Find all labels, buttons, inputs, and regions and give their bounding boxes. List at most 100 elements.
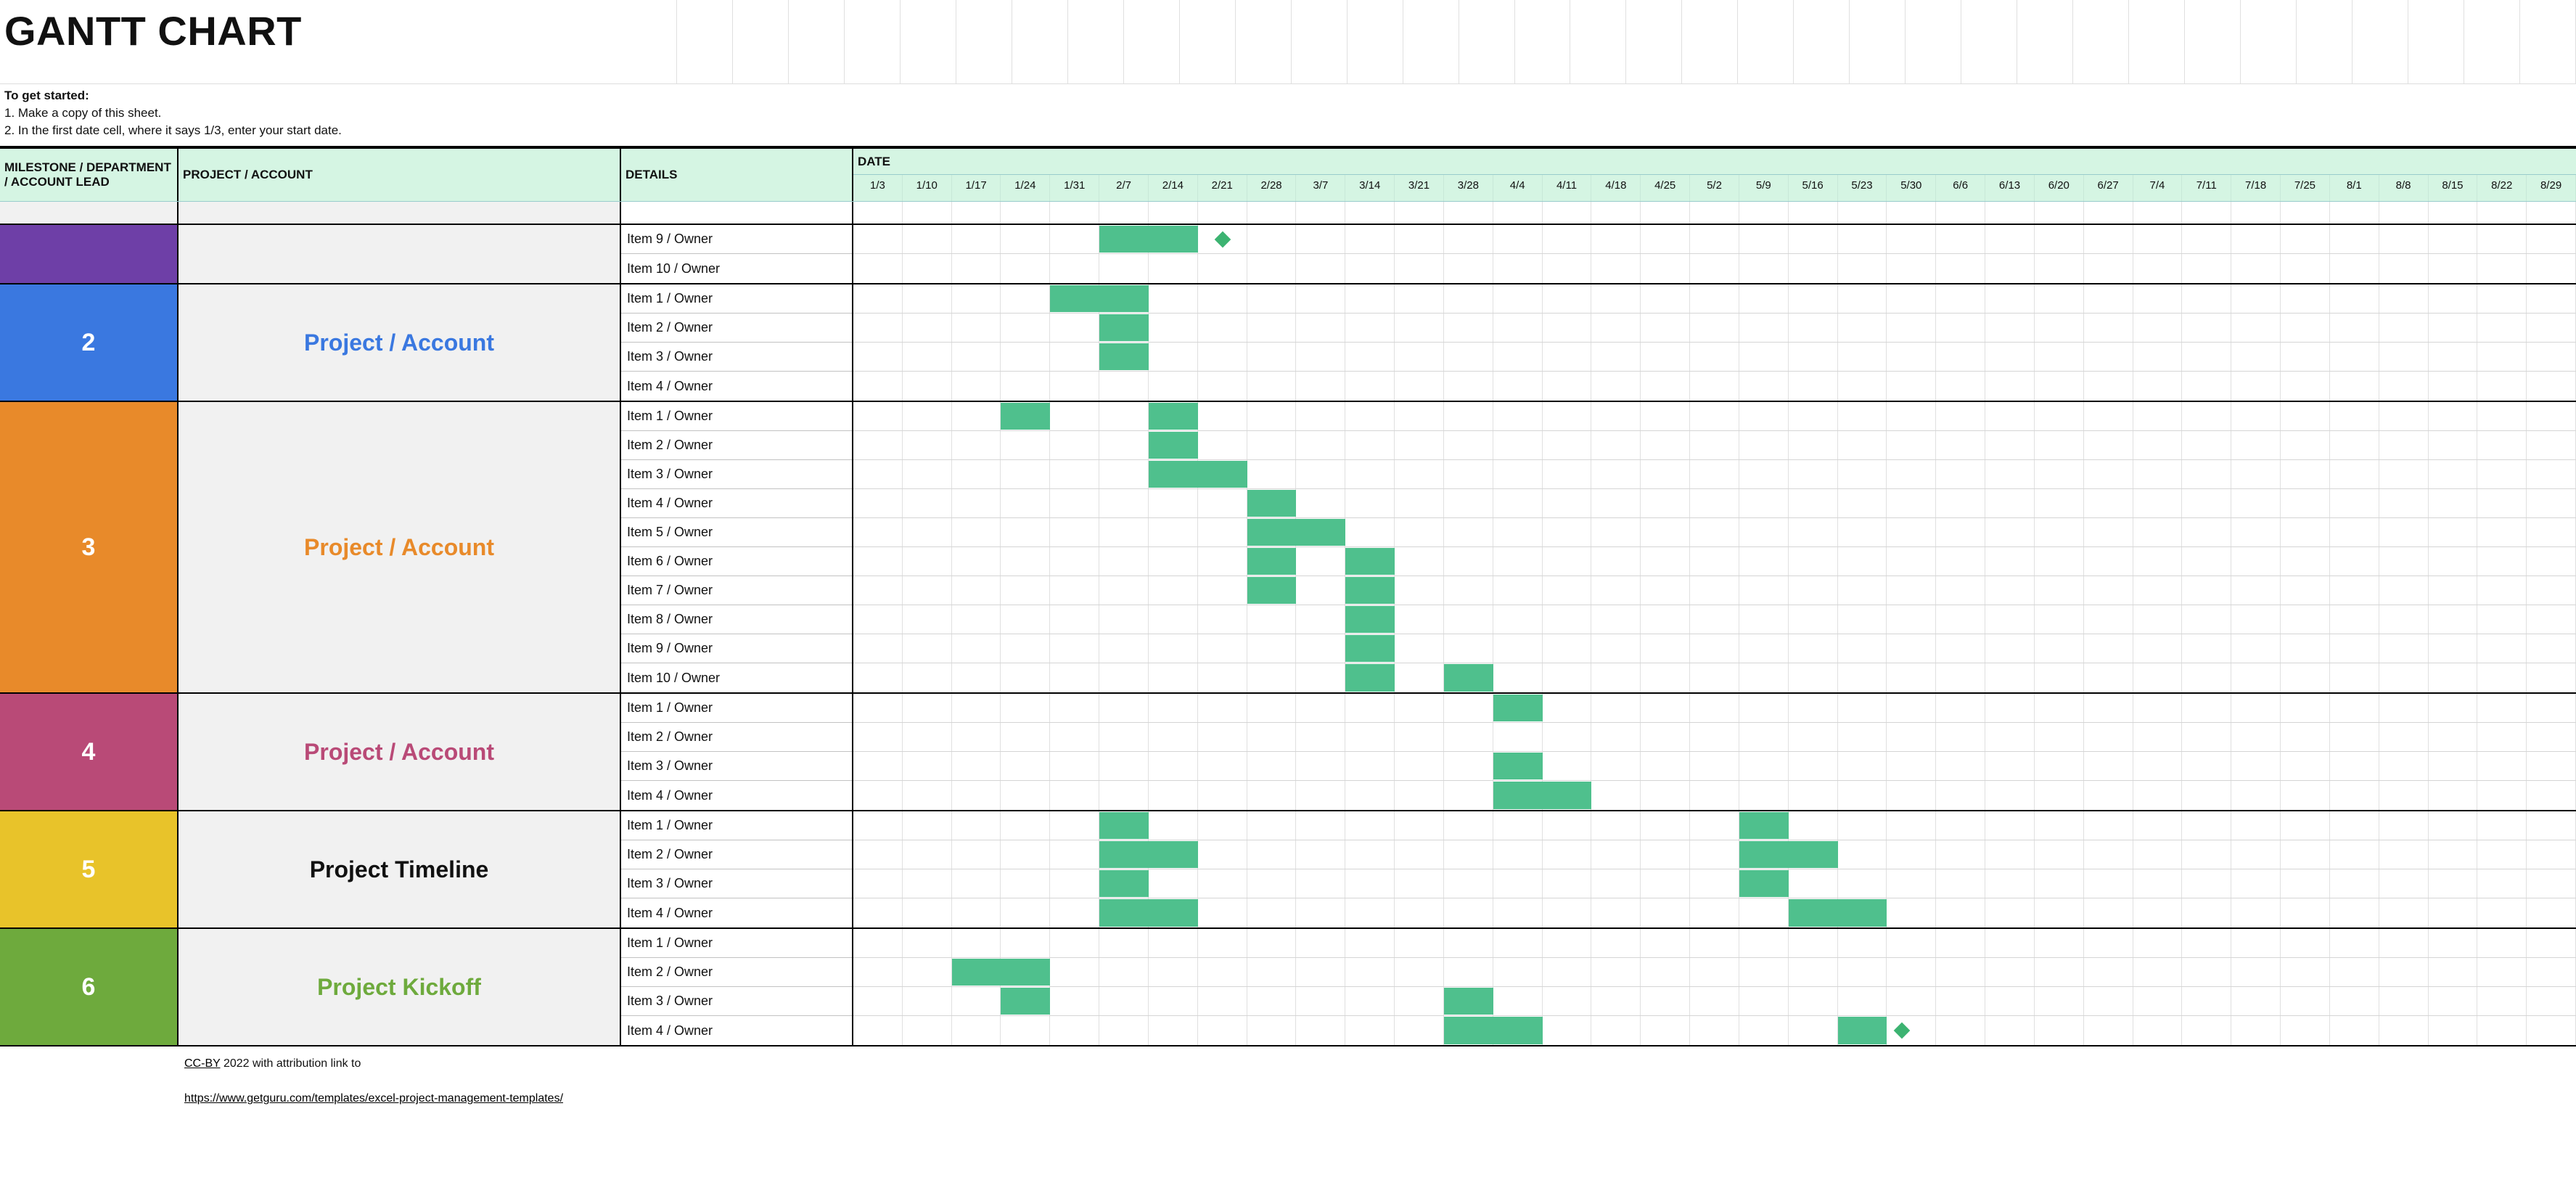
project-cell[interactable] [179,225,621,283]
date-cell[interactable]: 4/4 [1493,175,1543,201]
gantt-bar[interactable] [1149,461,1247,488]
chart-row[interactable] [853,343,2576,372]
gantt-bar[interactable] [952,959,1051,986]
gantt-bar[interactable] [1050,285,1149,312]
detail-cell[interactable]: Item 9 / Owner [621,225,852,254]
detail-cell[interactable]: Item 1 / Owner [621,811,852,840]
chart-row[interactable] [853,314,2576,343]
date-cell[interactable]: 1/31 [1050,175,1099,201]
detail-cell[interactable]: Item 1 / Owner [621,284,852,314]
date-cell[interactable]: 5/23 [1838,175,1887,201]
date-cell[interactable]: 7/11 [2182,175,2231,201]
gantt-bar[interactable] [1444,664,1493,692]
date-cell[interactable]: 6/27 [2084,175,2133,201]
chart-row[interactable] [853,987,2576,1016]
chart-row[interactable] [853,547,2576,576]
gantt-bar[interactable] [1345,635,1395,662]
gantt-bar[interactable] [1789,899,1887,927]
date-cell[interactable]: 5/9 [1739,175,1789,201]
detail-cell[interactable]: Item 3 / Owner [621,869,852,898]
date-cell[interactable]: 1/17 [952,175,1001,201]
date-cell[interactable]: 5/16 [1789,175,1838,201]
gantt-bar[interactable] [1493,753,1543,779]
gantt-bar[interactable] [1099,226,1198,253]
gantt-bar[interactable] [1444,1017,1543,1044]
chart-row[interactable] [853,752,2576,781]
chart-row[interactable] [853,694,2576,723]
date-cell[interactable]: 8/15 [2429,175,2478,201]
gantt-bar[interactable] [1739,870,1789,897]
gantt-bar[interactable] [1739,812,1789,839]
date-cell[interactable]: 7/25 [2281,175,2330,201]
chart-row[interactable] [853,840,2576,869]
detail-cell[interactable]: Item 4 / Owner [621,489,852,518]
project-cell[interactable]: Project / Account [179,694,621,810]
date-cell[interactable]: 3/28 [1444,175,1493,201]
gantt-bar[interactable] [1247,519,1346,546]
date-cell[interactable]: 7/18 [2231,175,2281,201]
gantt-bar[interactable] [1345,548,1395,575]
date-cell[interactable]: 3/21 [1395,175,1444,201]
chart-row[interactable] [853,869,2576,898]
date-cell[interactable]: 5/2 [1690,175,1739,201]
chart-row[interactable] [853,898,2576,927]
date-cell[interactable]: 2/21 [1198,175,1247,201]
date-cell[interactable]: 1/24 [1001,175,1050,201]
date-cell[interactable]: 6/20 [2035,175,2084,201]
gantt-bar[interactable] [1345,606,1395,633]
detail-cell[interactable]: Item 1 / Owner [621,694,852,723]
chart-row[interactable] [853,634,2576,663]
chart-row[interactable] [853,811,2576,840]
gantt-bar[interactable] [1493,695,1543,721]
gantt-bar[interactable] [1099,343,1149,370]
date-cell[interactable]: 4/11 [1543,175,1592,201]
chart-row[interactable] [853,929,2576,958]
date-cell[interactable]: 2/7 [1099,175,1149,201]
chart-row[interactable] [853,1016,2576,1045]
project-cell[interactable]: Project / Account [179,284,621,401]
date-cell[interactable]: 1/10 [903,175,952,201]
detail-cell[interactable]: Item 2 / Owner [621,431,852,460]
date-cell[interactable]: 3/14 [1345,175,1395,201]
detail-cell[interactable]: Item 3 / Owner [621,460,852,489]
gantt-bar[interactable] [1345,664,1395,692]
chart-row[interactable] [853,225,2576,254]
license-link[interactable]: CC-BY [184,1057,221,1070]
date-cell[interactable]: 4/25 [1641,175,1690,201]
gantt-bar[interactable] [1247,577,1297,604]
chart-row[interactable] [853,781,2576,810]
gantt-bar[interactable] [1493,782,1592,809]
chart-row[interactable] [853,958,2576,987]
milestone-cell[interactable] [0,225,179,283]
detail-cell[interactable]: Item 6 / Owner [621,547,852,576]
detail-cell[interactable]: Item 10 / Owner [621,663,852,692]
milestone-cell[interactable]: 4 [0,694,179,810]
gantt-bar[interactable] [1149,432,1198,459]
gantt-bar[interactable] [1099,314,1149,341]
date-cell[interactable]: 1/3 [853,175,903,201]
chart-row[interactable] [853,576,2576,605]
date-cell[interactable]: 2/28 [1247,175,1297,201]
chart-row[interactable] [853,372,2576,401]
chart-row[interactable] [853,402,2576,431]
milestone-cell[interactable]: 2 [0,284,179,401]
detail-cell[interactable]: Item 2 / Owner [621,958,852,987]
detail-cell[interactable]: Item 3 / Owner [621,343,852,372]
detail-cell[interactable]: Item 7 / Owner [621,576,852,605]
detail-cell[interactable]: Item 2 / Owner [621,314,852,343]
detail-cell[interactable]: Item 5 / Owner [621,518,852,547]
date-cell[interactable]: 8/29 [2527,175,2576,201]
chart-row[interactable] [853,663,2576,692]
chart-row[interactable] [853,431,2576,460]
detail-cell[interactable]: Item 4 / Owner [621,781,852,810]
gantt-bar[interactable] [1247,548,1297,575]
gantt-bar[interactable] [1001,403,1050,430]
detail-cell[interactable]: Item 4 / Owner [621,1016,852,1045]
chart-row[interactable] [853,723,2576,752]
gantt-bar[interactable] [1099,812,1149,839]
project-cell[interactable]: Project Kickoff [179,929,621,1045]
chart-row[interactable] [853,460,2576,489]
date-cell[interactable]: 2/14 [1149,175,1198,201]
detail-cell[interactable]: Item 1 / Owner [621,402,852,431]
detail-cell[interactable]: Item 2 / Owner [621,723,852,752]
